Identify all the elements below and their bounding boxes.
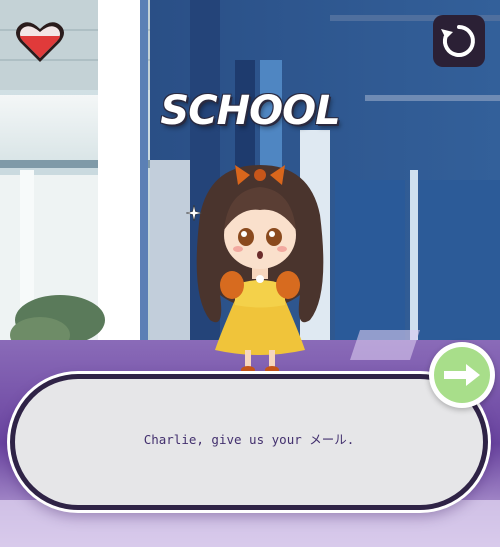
arrow-right-icon <box>444 364 480 386</box>
game-scene: SCHOOL Charlie, give us your メール. <box>0 0 500 547</box>
next-button[interactable] <box>429 342 495 408</box>
restart-button[interactable] <box>433 15 485 67</box>
character-charlie <box>196 165 324 374</box>
location-title: SCHOOL <box>160 88 340 134</box>
sparkle-icon <box>186 205 202 221</box>
heart-icon <box>16 22 64 62</box>
dialog-box[interactable]: Charlie, give us your メール. <box>10 374 488 510</box>
dialog-text: Charlie, give us your メール. <box>143 432 355 447</box>
next-button-inner <box>434 347 490 403</box>
health-indicator <box>14 18 66 66</box>
restart-icon <box>441 25 475 57</box>
